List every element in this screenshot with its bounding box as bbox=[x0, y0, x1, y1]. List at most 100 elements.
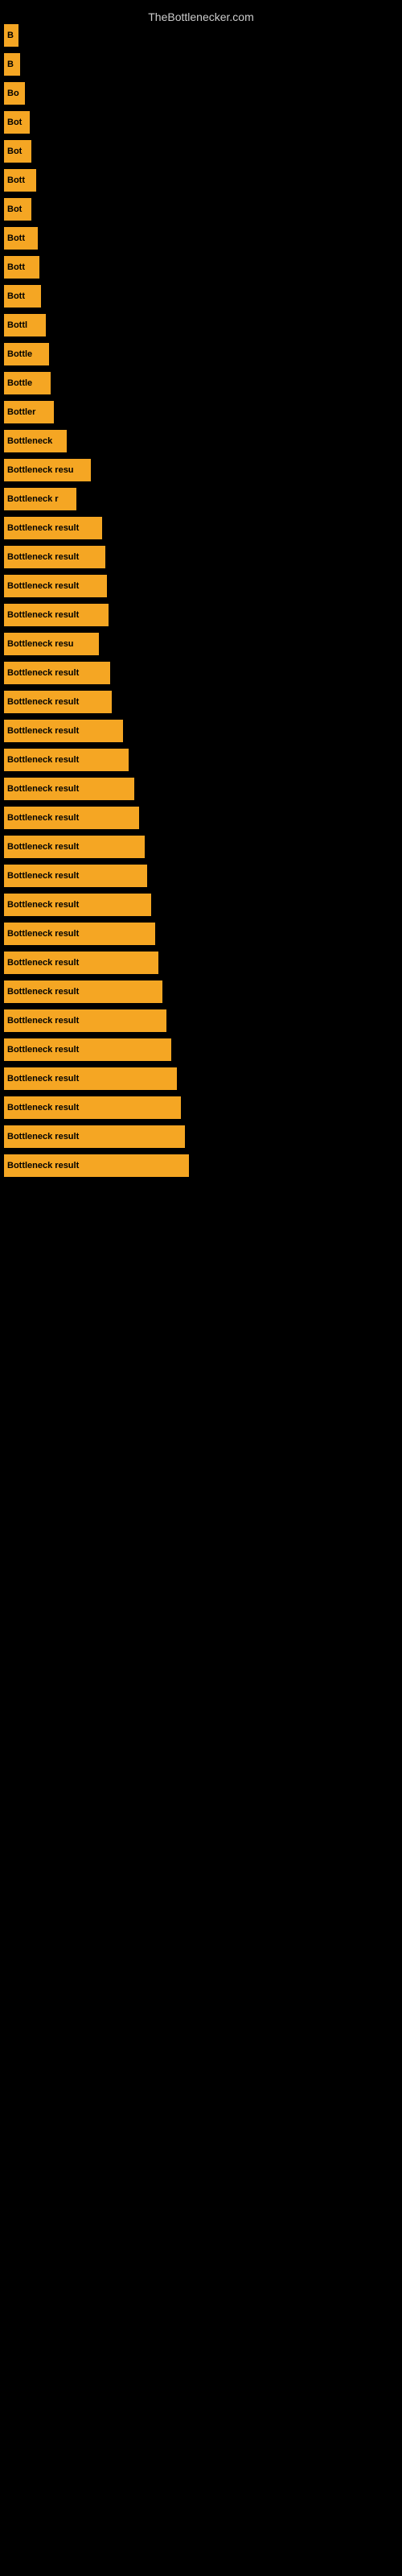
bar: Bottleneck result bbox=[4, 662, 110, 684]
bar: Bottleneck result bbox=[4, 807, 139, 829]
bar-label: Bottl bbox=[7, 320, 27, 330]
bar-item: Bot bbox=[4, 111, 398, 134]
bar-item: Bottleneck result bbox=[4, 980, 398, 1003]
bar-item: Bottleneck result bbox=[4, 836, 398, 858]
bar-item: Bot bbox=[4, 140, 398, 163]
bar-item: Bottleneck bbox=[4, 430, 398, 452]
bar-label: Bot bbox=[7, 204, 22, 214]
bar-item: B bbox=[4, 53, 398, 76]
bar-item: Bottleneck result bbox=[4, 604, 398, 626]
bar-item: B bbox=[4, 24, 398, 47]
bar-label: Bo bbox=[7, 89, 19, 98]
bar-label: Bottleneck result bbox=[7, 784, 79, 794]
bar-item: Bottleneck result bbox=[4, 894, 398, 916]
bar: Bot bbox=[4, 140, 31, 163]
bar-label: Bottleneck result bbox=[7, 1161, 79, 1170]
bar-item: Bottle bbox=[4, 372, 398, 394]
bar-label: Bottle bbox=[7, 378, 32, 388]
bar: Bottleneck result bbox=[4, 894, 151, 916]
bar: Bottleneck result bbox=[4, 1009, 166, 1032]
bar-label: B bbox=[7, 31, 14, 40]
bar: Bottleneck result bbox=[4, 1154, 189, 1177]
bar: B bbox=[4, 53, 20, 76]
bar: Bottleneck result bbox=[4, 691, 112, 713]
bar: Bottleneck result bbox=[4, 604, 109, 626]
bar: Bottleneck result bbox=[4, 1038, 171, 1061]
bar: Bottleneck result bbox=[4, 517, 102, 539]
bar-label: Bot bbox=[7, 118, 22, 127]
bar-label: Bottleneck result bbox=[7, 900, 79, 910]
bar-item: Bottleneck result bbox=[4, 1067, 398, 1090]
bar-label: Bottleneck result bbox=[7, 1045, 79, 1055]
bar-label: Bottleneck result bbox=[7, 697, 79, 707]
bar: Bottleneck result bbox=[4, 1067, 177, 1090]
bar-label: Bottleneck result bbox=[7, 552, 79, 562]
bar-item: Bottleneck result bbox=[4, 517, 398, 539]
bar: Bottleneck result bbox=[4, 546, 105, 568]
bar-item: Bott bbox=[4, 285, 398, 308]
bar: Bottleneck result bbox=[4, 1125, 185, 1148]
bar-item: Bott bbox=[4, 256, 398, 279]
bar: Bottleneck resu bbox=[4, 459, 91, 481]
bar-label: Bottleneck result bbox=[7, 929, 79, 939]
bar-item: Bottle bbox=[4, 343, 398, 365]
bar-item: Bottleneck result bbox=[4, 1154, 398, 1177]
bar: Bottleneck result bbox=[4, 749, 129, 771]
bar-item: Bottleneck resu bbox=[4, 459, 398, 481]
bar: Bottle bbox=[4, 343, 49, 365]
bar: Bott bbox=[4, 169, 36, 192]
bar: Bottler bbox=[4, 401, 54, 423]
bar-label: Bottleneck bbox=[7, 436, 52, 446]
bar-item: Bottleneck result bbox=[4, 720, 398, 742]
bar-item: Bo bbox=[4, 82, 398, 105]
bar-item: Bottleneck result bbox=[4, 1125, 398, 1148]
bar-label: Bottleneck result bbox=[7, 987, 79, 997]
bar-label: Bottleneck result bbox=[7, 581, 79, 591]
bar-item: Bottleneck result bbox=[4, 1038, 398, 1061]
bar: Bottleneck result bbox=[4, 575, 107, 597]
bar-item: Bottleneck result bbox=[4, 807, 398, 829]
bar-item: Bottleneck result bbox=[4, 778, 398, 800]
bar-label: Bottle bbox=[7, 349, 32, 359]
bar: Bottleneck result bbox=[4, 952, 158, 974]
bar-label: Bottleneck result bbox=[7, 842, 79, 852]
bar-item: Bottleneck result bbox=[4, 662, 398, 684]
bar: Bott bbox=[4, 227, 38, 250]
bar-label: Bottleneck result bbox=[7, 668, 79, 678]
bar: Bottleneck resu bbox=[4, 633, 99, 655]
bar-label: Bott bbox=[7, 233, 25, 243]
bar: B bbox=[4, 24, 18, 47]
bar: Bottleneck result bbox=[4, 720, 123, 742]
bar: Bottleneck bbox=[4, 430, 67, 452]
bar: Bottleneck result bbox=[4, 923, 155, 945]
bar: Bot bbox=[4, 198, 31, 221]
bar-label: Bottleneck result bbox=[7, 523, 79, 533]
bar: Bottleneck result bbox=[4, 778, 134, 800]
bar-item: Bottleneck result bbox=[4, 1096, 398, 1119]
bar: Bott bbox=[4, 256, 39, 279]
bar-item: Bot bbox=[4, 198, 398, 221]
bar-item: Bottleneck result bbox=[4, 865, 398, 887]
bar-item: Bottleneck result bbox=[4, 575, 398, 597]
bar-label: Bottleneck result bbox=[7, 1016, 79, 1026]
bar-item: Bottleneck r bbox=[4, 488, 398, 510]
bar-label: Bottleneck result bbox=[7, 755, 79, 765]
bar: Bottleneck result bbox=[4, 865, 147, 887]
bar-label: Bott bbox=[7, 262, 25, 272]
bar-label: Bottler bbox=[7, 407, 35, 417]
bar-item: Bott bbox=[4, 169, 398, 192]
bar-label: Bottleneck result bbox=[7, 958, 79, 968]
bar-item: Bottleneck result bbox=[4, 546, 398, 568]
bar: Bottle bbox=[4, 372, 51, 394]
bar-item: Bottleneck result bbox=[4, 952, 398, 974]
bar-item: Bottler bbox=[4, 401, 398, 423]
bar-item: Bott bbox=[4, 227, 398, 250]
bar-label: Bottleneck r bbox=[7, 494, 59, 504]
bar: Bott bbox=[4, 285, 41, 308]
bar-item: Bottleneck result bbox=[4, 749, 398, 771]
bar: Bo bbox=[4, 82, 25, 105]
bar: Bottleneck result bbox=[4, 1096, 181, 1119]
bar-item: Bottleneck result bbox=[4, 1009, 398, 1032]
bar-label: Bottleneck result bbox=[7, 871, 79, 881]
bar: Bottleneck result bbox=[4, 980, 162, 1003]
